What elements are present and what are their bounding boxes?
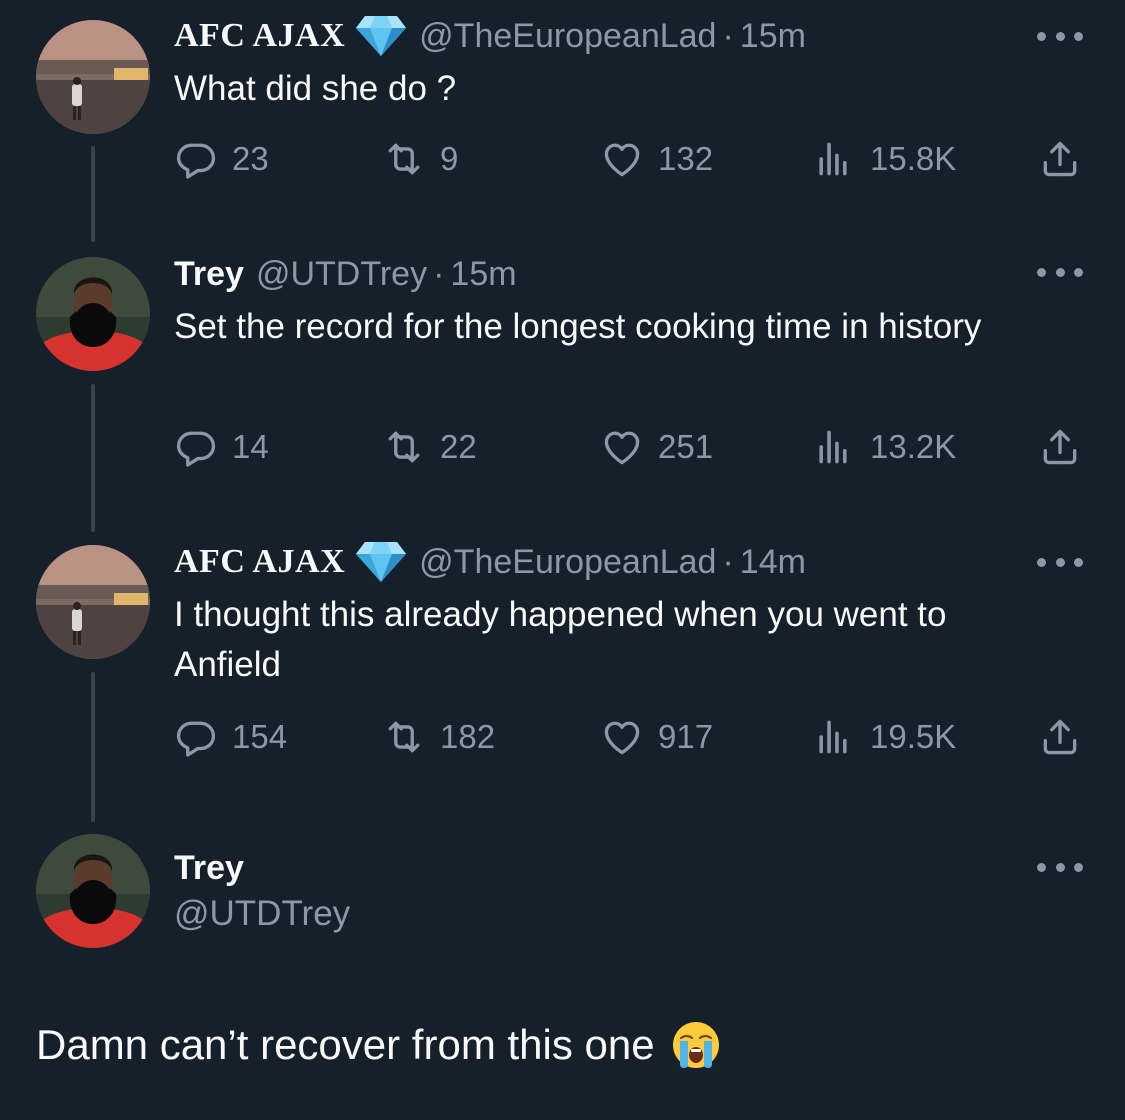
retweet-count: 9 [440,140,459,177]
avatar[interactable] [36,257,150,371]
handle[interactable]: @TheEuropeanLad [419,17,716,56]
display-name[interactable]: AFC AJAX [174,543,345,581]
avatar[interactable] [36,834,150,948]
retweet-button[interactable]: 22 [382,422,477,472]
like-count: 917 [658,718,714,755]
views-button[interactable]: 19.5K [812,712,956,762]
separator-dot: · [722,16,734,55]
like-button[interactable]: 132 [600,134,713,184]
like-count: 132 [658,140,714,177]
reply-count: 14 [232,428,269,465]
retweet-icon [382,137,426,181]
share-button[interactable] [1038,712,1082,762]
display-name[interactable]: Trey [174,255,244,294]
retweet-icon [382,425,426,469]
timestamp[interactable]: 15m [740,17,806,56]
action-bar: 154 182 917 19.5K [174,712,1090,762]
separator-dot: · [722,542,734,581]
retweet-count: 22 [440,428,477,465]
more-icon[interactable] [1037,266,1083,278]
views-icon [812,425,856,469]
display-name[interactable]: AFC AJAX [174,17,345,55]
main-tweet-text-row: Damn can’t recover from this one [36,1016,721,1074]
avatar[interactable] [36,20,150,134]
like-count: 251 [658,428,714,465]
verified-diamond-icon [355,540,407,584]
view-count: 19.5K [870,718,957,755]
share-icon [1038,425,1082,469]
view-count: 13.2K [870,428,957,465]
more-icon[interactable] [1037,556,1083,568]
retweet-icon [382,715,426,759]
handle[interactable]: @TheEuropeanLad [419,543,716,582]
reply-count: 154 [232,718,288,755]
share-button[interactable] [1038,134,1082,184]
handle[interactable]: @UTDTrey [174,894,350,934]
reply-icon [174,715,218,759]
reply-icon [174,425,218,469]
reply-button[interactable]: 14 [174,422,269,472]
thread-line [91,384,95,532]
reply-button[interactable]: 154 [174,712,287,762]
reply-icon [174,137,218,181]
thread-line [91,146,95,242]
tweet-text: What did she do ? [174,69,457,108]
more-icon[interactable] [1037,30,1083,42]
separator-dot: · [433,254,445,293]
retweet-count: 182 [440,718,496,755]
views-button[interactable]: 15.8K [812,134,956,184]
like-button[interactable]: 917 [600,712,713,762]
thread-line [91,672,95,822]
share-button[interactable] [1038,422,1082,472]
main-tweet-text: Damn can’t recover from this one [36,1021,655,1068]
reply-button[interactable]: 23 [174,134,269,184]
action-bar: 14 22 251 13.2K [174,422,1090,472]
views-icon [812,715,856,759]
loudly-crying-face-icon [671,1020,721,1070]
avatar[interactable] [36,545,150,659]
timestamp[interactable]: 15m [450,255,516,294]
views-button[interactable]: 13.2K [812,422,956,472]
tweet-text: Set the record for the longest cooking t… [174,307,982,346]
reply-count: 23 [232,140,269,177]
tweet-text: I thought this already happened when you… [174,595,947,684]
retweet-button[interactable]: 9 [382,134,458,184]
like-button[interactable]: 251 [600,422,713,472]
like-icon [600,425,644,469]
handle[interactable]: @UTDTrey [256,255,427,294]
view-count: 15.8K [870,140,957,177]
share-icon [1038,715,1082,759]
like-icon [600,715,644,759]
views-icon [812,137,856,181]
more-icon[interactable] [1037,861,1083,873]
retweet-button[interactable]: 182 [382,712,495,762]
verified-diamond-icon [355,14,407,58]
like-icon [600,137,644,181]
action-bar: 23 9 132 15.8K [174,134,1090,184]
timestamp[interactable]: 14m [740,543,806,582]
display-name[interactable]: Trey [174,849,244,888]
share-icon [1038,137,1082,181]
